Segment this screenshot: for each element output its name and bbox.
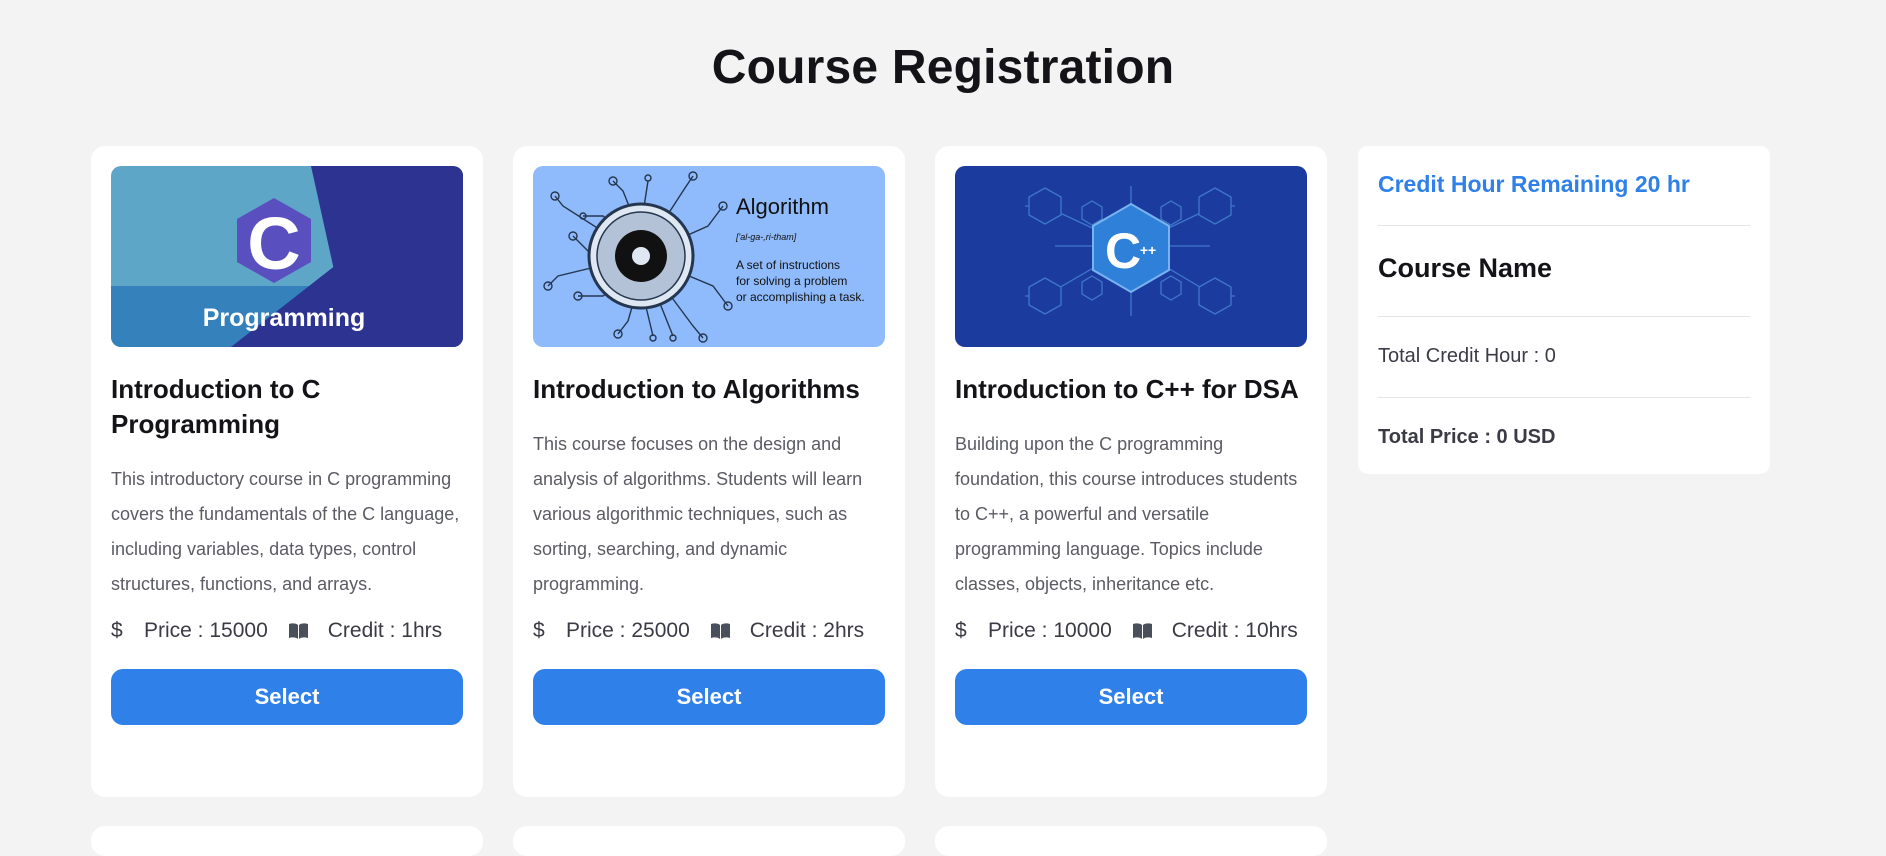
course-card-algorithms: Algorithm ['al-ga-,ri-tham] A set of ins… <box>513 146 905 797</box>
page-title: Course Registration <box>711 41 1175 94</box>
svg-text:A set of instructions: A set of instructions <box>736 258 840 272</box>
course-card-next <box>935 826 1327 856</box>
course-title: Introduction to C++ for DSA <box>955 374 1299 404</box>
course-description: This introductory course in C programmin… <box>111 469 460 594</box>
total-credit-hour: Total Credit Hour : 0 <box>1378 317 1750 398</box>
registration-summary: Credit Hour Remaining 20 hr Course Name … <box>1358 146 1770 474</box>
course-card-next <box>513 826 905 856</box>
course-credit: Credit : 10hrs <box>1171 619 1298 642</box>
dollar-icon: $ <box>955 619 967 642</box>
course-meta: $ Price : 25000 Credit : 2hrs <box>533 618 885 644</box>
course-meta: $ Price : 15000 Credit : 1hrs <box>111 618 463 644</box>
book-icon <box>1132 623 1172 639</box>
course-credit: Credit : 2hrs <box>749 619 865 642</box>
course-card-c: C Programming Introduction to C Programm… <box>91 146 483 797</box>
course-price: Price : 15000 <box>144 619 268 642</box>
course-card-next <box>91 826 483 856</box>
course-image-c: C Programming <box>111 166 463 347</box>
course-description: This course focuses on the design and an… <box>533 434 863 594</box>
course-price: Price : 10000 <box>988 619 1112 642</box>
course-image-algorithms: Algorithm ['al-ga-,ri-tham] A set of ins… <box>533 166 885 347</box>
svg-text:Programming: Programming <box>203 304 366 332</box>
select-button[interactable]: Select <box>111 669 463 725</box>
select-button[interactable]: Select <box>955 669 1307 725</box>
course-price: Price : 25000 <box>566 619 690 642</box>
course-title: Introduction to Algorithms <box>533 374 860 404</box>
select-button[interactable]: Select <box>533 669 885 725</box>
course-description: Building upon the C programming foundati… <box>955 434 1298 594</box>
course-title: Introduction to C Programming <box>111 374 321 439</box>
course-meta: $ Price : 10000 Credit : 10hrs <box>955 618 1307 644</box>
book-icon <box>710 623 750 639</box>
course-credit: Credit : 1hrs <box>327 619 443 642</box>
svg-text:['al-ga-,ri-tham]: ['al-ga-,ri-tham] <box>735 232 797 242</box>
credit-remaining: Credit Hour Remaining 20 hr <box>1378 146 1750 226</box>
book-icon <box>288 623 328 639</box>
course-image-cpp: C ++ <box>955 166 1307 347</box>
course-name-heading: Course Name <box>1378 226 1750 317</box>
svg-text:C: C <box>247 202 300 285</box>
dollar-icon: $ <box>533 619 545 642</box>
course-card-cpp: C ++ Introduction to C++ for DSA Buildin… <box>935 146 1327 797</box>
svg-text:C: C <box>1105 223 1141 279</box>
dollar-icon: $ <box>111 619 123 642</box>
svg-text:or accomplishing a task.: or accomplishing a task. <box>736 290 865 304</box>
svg-text:Algorithm: Algorithm <box>736 194 829 219</box>
total-price: Total Price : 0 USD <box>1378 426 1556 448</box>
svg-text:for solving a problem: for solving a problem <box>736 274 847 288</box>
svg-text:++: ++ <box>1140 242 1156 258</box>
